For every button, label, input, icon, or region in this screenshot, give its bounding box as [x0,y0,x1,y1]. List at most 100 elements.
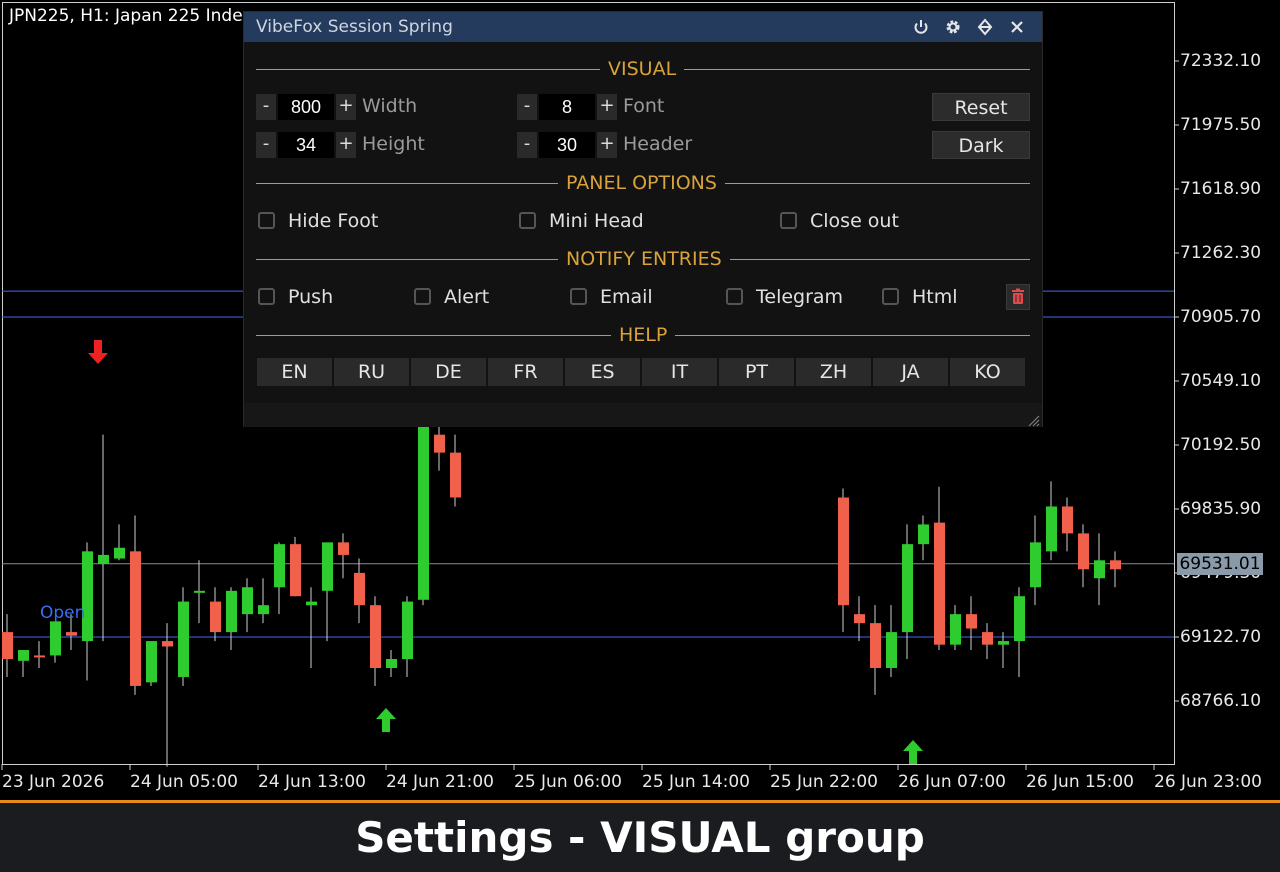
checkbox-label: Close out [810,210,899,232]
help-lang-es-button[interactable]: ES [565,358,640,386]
time-tick-label: 23 Jun 2026 [2,772,105,792]
header-increment-button[interactable]: + [597,132,617,158]
width-increment-button[interactable]: + [336,94,356,120]
bear-candle [370,605,381,668]
telegram-checkbox[interactable]: Telegram [726,286,866,310]
push-checkbox[interactable]: Push [258,286,398,310]
checkbox-label: Push [288,286,334,308]
help-lang-ko-button[interactable]: KO [950,358,1025,386]
buy-signal-arrow-icon [903,740,923,764]
height-input[interactable] [278,132,334,158]
hide-foot-checkbox[interactable]: Hide Foot [258,210,458,234]
sell-signal-arrow-icon [88,340,108,364]
bull-candle [178,601,189,677]
bear-candle [982,632,993,645]
time-tick-label: 24 Jun 05:00 [130,772,238,792]
email-checkbox[interactable]: Email [570,286,710,310]
price-tick-label: 71975.50 [1180,115,1262,135]
time-tick-label: 26 Jun 23:00 [1154,772,1262,792]
bear-candle [838,497,849,606]
time-tick-label: 26 Jun 07:00 [898,772,1006,792]
bull-candle [258,605,269,615]
panel-header[interactable]: VibeFox Session Spring [244,12,1042,42]
price-tick-label: 68766.10 [1180,691,1262,711]
close-icon[interactable] [1008,18,1026,36]
panel-title: VibeFox Session Spring [256,17,453,37]
checkbox-box[interactable] [258,212,275,229]
checkbox-box[interactable] [882,288,899,305]
gear-icon[interactable] [944,18,962,36]
help-lang-en-button[interactable]: EN [257,358,332,386]
alert-checkbox[interactable]: Alert [414,286,554,310]
help-lang-it-button[interactable]: IT [642,358,717,386]
help-lang-zh-button[interactable]: ZH [796,358,871,386]
help-lang-ja-button[interactable]: JA [873,358,948,386]
bear-candle [34,655,45,658]
bull-candle [902,544,913,633]
bull-candle [306,601,317,606]
bear-candle [1110,560,1121,570]
checkbox-box[interactable] [519,212,536,229]
help-lang-de-button[interactable]: DE [411,358,486,386]
checkbox-box[interactable] [258,288,275,305]
clear-notifications-button[interactable] [1006,284,1030,310]
close-out-checkbox[interactable]: Close out [780,210,980,234]
power-icon[interactable] [912,18,930,36]
bear-candle [966,614,977,629]
bull-candle [1030,542,1041,588]
collapse-icon[interactable] [976,18,994,36]
header-decrement-button[interactable]: - [517,132,537,158]
bear-candle [338,542,349,555]
bear-candle [354,572,365,606]
bull-candle [886,632,897,668]
bull-candle [50,621,61,656]
width-input[interactable] [278,94,334,120]
height-decrement-button[interactable]: - [256,132,276,158]
font-increment-button[interactable]: + [597,94,617,120]
bear-candle [434,434,445,453]
resize-grip-icon[interactable] [1028,412,1040,427]
bull-candle [418,407,429,600]
price-tick-label: 69835.90 [1180,499,1262,519]
checkbox-label: Html [912,286,958,308]
bear-candle [290,544,301,597]
height-increment-button[interactable]: + [336,132,356,158]
help-lang-pt-button[interactable]: PT [719,358,794,386]
bull-candle [274,544,285,588]
mini-head-checkbox[interactable]: Mini Head [519,210,719,234]
bull-candle [18,650,29,661]
checkbox-label: Email [600,286,653,308]
reset-button[interactable]: Reset [932,93,1030,121]
checkbox-box[interactable] [414,288,431,305]
help-lang-fr-button[interactable]: FR [488,358,563,386]
bull-candle [114,547,125,559]
font-decrement-button[interactable]: - [517,94,537,120]
bull-candle [146,641,157,683]
bear-candle [2,632,13,660]
open-level-label: Open [40,603,86,623]
dark-theme-button[interactable]: Dark [932,131,1030,159]
html-checkbox[interactable]: Html [882,286,992,310]
bull-candle [918,524,929,545]
time-tick-label: 25 Jun 14:00 [642,772,750,792]
help-lang-ru-button[interactable]: RU [334,358,409,386]
bear-candle [162,641,173,647]
font-input[interactable] [539,94,595,120]
bull-candle [386,659,397,668]
bear-candle [1062,506,1073,534]
header-input[interactable] [539,132,595,158]
font-label: Font [623,95,665,117]
price-tick-label: 69122.70 [1180,627,1262,647]
width-decrement-button[interactable]: - [256,94,276,120]
checkbox-box[interactable] [780,212,797,229]
section-title-notify: NOTIFY ENTRIES [558,248,730,270]
checkbox-box[interactable] [570,288,587,305]
checkbox-box[interactable] [726,288,743,305]
bear-candle [66,632,77,636]
bear-candle [450,452,461,498]
current-price-label: 69531.01 [1177,553,1263,575]
bear-candle [870,623,881,668]
section-title-panel-options: PANEL OPTIONS [558,172,725,194]
height-label: Height [362,133,425,155]
header-label: Header [623,133,693,155]
